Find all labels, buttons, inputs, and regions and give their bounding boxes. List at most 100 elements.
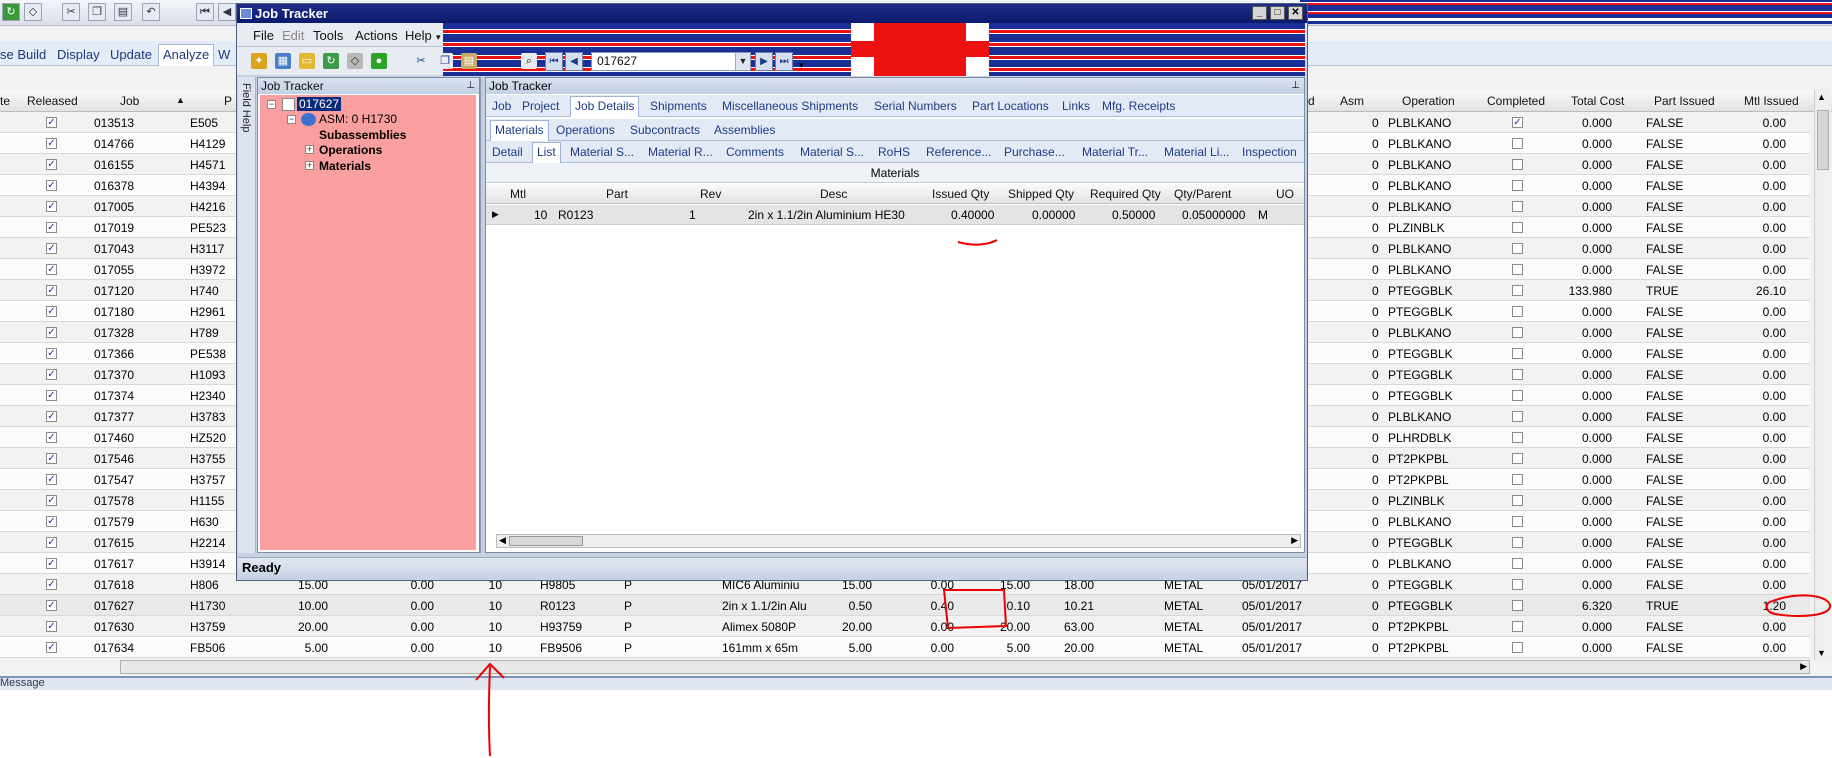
menu-edit[interactable]: Edit [282, 28, 304, 43]
cell-required-qty[interactable]: 0.50000 [1112, 208, 1155, 222]
tab-assemblies[interactable]: Assemblies [714, 123, 775, 137]
collapse-icon[interactable]: − [267, 100, 276, 109]
completed-checkbox[interactable] [1512, 432, 1523, 443]
completed-checkbox[interactable] [1512, 138, 1523, 149]
col-completed[interactable]: Completed [1487, 94, 1545, 108]
completed-checkbox[interactable] [1512, 348, 1523, 359]
col-required-qty[interactable]: Required Qty [1090, 187, 1161, 201]
released-checkbox[interactable]: ✓ [46, 180, 57, 191]
cell-desc[interactable]: 2in x 1.1/2in Aluminium HE30 [748, 208, 905, 222]
maximize-button[interactable]: □ [1270, 6, 1285, 20]
window-titlebar[interactable]: Job Tracker _ □ ✕ [237, 4, 1307, 23]
tab-material-s2[interactable]: Material S... [800, 145, 864, 159]
completed-checkbox[interactable] [1512, 285, 1523, 296]
completed-checkbox[interactable] [1512, 558, 1523, 569]
col-part-issued[interactable]: Part Issued [1654, 94, 1715, 108]
first-record-icon[interactable]: ⏮ [196, 3, 214, 21]
search-icon[interactable]: ⌕ [521, 53, 537, 69]
completed-checkbox[interactable] [1512, 474, 1523, 485]
tab-serial-numbers[interactable]: Serial Numbers [874, 99, 957, 113]
col-job[interactable]: Job [120, 94, 139, 108]
released-checkbox[interactable]: ✓ [46, 621, 57, 632]
menu-tools[interactable]: Tools [313, 28, 343, 43]
new-icon[interactable]: ✦ [251, 53, 267, 69]
completed-checkbox[interactable] [1512, 369, 1523, 380]
tab-material-li[interactable]: Material Li... [1164, 145, 1229, 159]
released-checkbox[interactable]: ✓ [46, 495, 57, 506]
cell-qty-parent[interactable]: 0.05000000 [1182, 208, 1245, 222]
completed-checkbox[interactable] [1512, 495, 1523, 506]
expand-icon[interactable]: + [305, 161, 314, 170]
col-qty-parent[interactable]: Qty/Parent [1174, 187, 1231, 201]
col-asm[interactable]: Asm [1340, 94, 1364, 108]
completed-checkbox[interactable] [1512, 537, 1523, 548]
ribbon-item-analyze[interactable]: Analyze [158, 44, 215, 66]
table-row[interactable]: ✓ 017634 FB506 5.00 0.00 10 FB9506 P 161mm x 65m… [0, 637, 1810, 658]
completed-checkbox[interactable] [1512, 516, 1523, 527]
menu-help[interactable]: Help [405, 28, 432, 43]
tab-subcontracts[interactable]: Subcontracts [630, 123, 700, 137]
scroll-thumb[interactable] [509, 536, 583, 546]
released-checkbox[interactable]: ✓ [46, 264, 57, 275]
released-checkbox[interactable]: ✓ [46, 369, 57, 380]
completed-checkbox[interactable] [1512, 327, 1523, 338]
tab-links[interactable]: Links [1062, 99, 1090, 113]
completed-checkbox[interactable] [1512, 621, 1523, 632]
tab-rohs[interactable]: RoHS [878, 145, 910, 159]
cell-issued-qty[interactable]: 0.40000 [951, 208, 994, 222]
refresh-icon[interactable]: ↻ [323, 53, 339, 69]
clear-icon[interactable]: ◇ [347, 53, 363, 69]
cut-icon[interactable]: ✂ [413, 53, 429, 69]
released-checkbox[interactable]: ✓ [46, 558, 57, 569]
next-record-button[interactable]: ▶ [755, 52, 773, 71]
prev-record-button[interactable]: ◀ [565, 52, 583, 71]
tab-job-details[interactable]: Job Details [570, 96, 640, 117]
scroll-right-icon[interactable]: ▶ [1800, 661, 1807, 672]
first-record-button[interactable]: ⏮ [545, 52, 563, 71]
released-checkbox[interactable]: ✓ [46, 537, 57, 548]
col-te[interactable]: te [0, 94, 10, 108]
released-checkbox[interactable]: ✓ [46, 243, 57, 254]
horizontal-scrollbar[interactable]: ▶ [120, 660, 1810, 674]
released-checkbox[interactable]: ✓ [46, 348, 57, 359]
completed-checkbox[interactable]: ✓ [1512, 117, 1523, 128]
toolbar-overflow-icon[interactable]: ▾ [799, 60, 804, 71]
open-folder-icon[interactable]: ▭ [299, 53, 315, 69]
released-checkbox[interactable]: ✓ [46, 327, 57, 338]
chevron-down-icon[interactable]: ▼ [735, 53, 750, 70]
menu-actions[interactable]: Actions [355, 28, 398, 43]
cut-icon[interactable]: ✂ [62, 3, 80, 21]
go-icon[interactable]: ● [371, 53, 387, 69]
tree-node-root[interactable]: 017627 [297, 97, 342, 111]
released-checkbox[interactable]: ✓ [46, 474, 57, 485]
ribbon-item-update[interactable]: Update [110, 47, 152, 62]
released-checkbox[interactable]: ✓ [46, 390, 57, 401]
col-total-cost[interactable]: Total Cost [1571, 94, 1624, 108]
completed-checkbox[interactable] [1512, 579, 1523, 590]
paste-icon[interactable]: ▤ [114, 3, 132, 21]
ribbon-item-base-build[interactable]: se Build [0, 47, 46, 62]
completed-checkbox[interactable] [1512, 453, 1523, 464]
tab-operations[interactable]: Operations [556, 123, 615, 137]
tab-comments[interactable]: Comments [726, 145, 784, 159]
table-row[interactable]: ✓ 017630 H3759 20.00 0.00 10 H93759 P Alimex 508… [0, 616, 1810, 637]
released-checkbox[interactable]: ✓ [46, 222, 57, 233]
tab-mfg-receipts[interactable]: Mfg. Receipts [1102, 99, 1175, 113]
grid-horizontal-scrollbar[interactable]: ◀ ▶ [496, 534, 1301, 548]
ribbon-item-w[interactable]: W [218, 47, 230, 62]
tab-purchase[interactable]: Purchase... [1004, 145, 1065, 159]
tree-node-operations[interactable]: Operations [319, 143, 382, 157]
pin-icon[interactable]: ⊥ [466, 78, 475, 94]
released-checkbox[interactable]: ✓ [46, 117, 57, 128]
completed-checkbox[interactable] [1512, 222, 1523, 233]
col-d[interactable]: d [1308, 94, 1315, 108]
materials-grid-row[interactable]: ▶ 10 R0123 1 2in x 1.1/2in Aluminium HE3… [486, 205, 1304, 225]
ribbon-item-display[interactable]: Display [57, 47, 100, 62]
released-checkbox[interactable]: ✓ [46, 411, 57, 422]
tab-detail[interactable]: Detail [492, 145, 523, 159]
released-checkbox[interactable]: ✓ [46, 642, 57, 653]
tree-node-subassemblies[interactable]: Subassemblies [319, 128, 406, 142]
tree-node-asm[interactable]: ASM: 0 H1730 [319, 112, 397, 126]
vertical-scrollbar[interactable]: ▲ ▼ [1814, 90, 1831, 660]
cell-shipped-qty[interactable]: 0.00000 [1032, 208, 1075, 222]
